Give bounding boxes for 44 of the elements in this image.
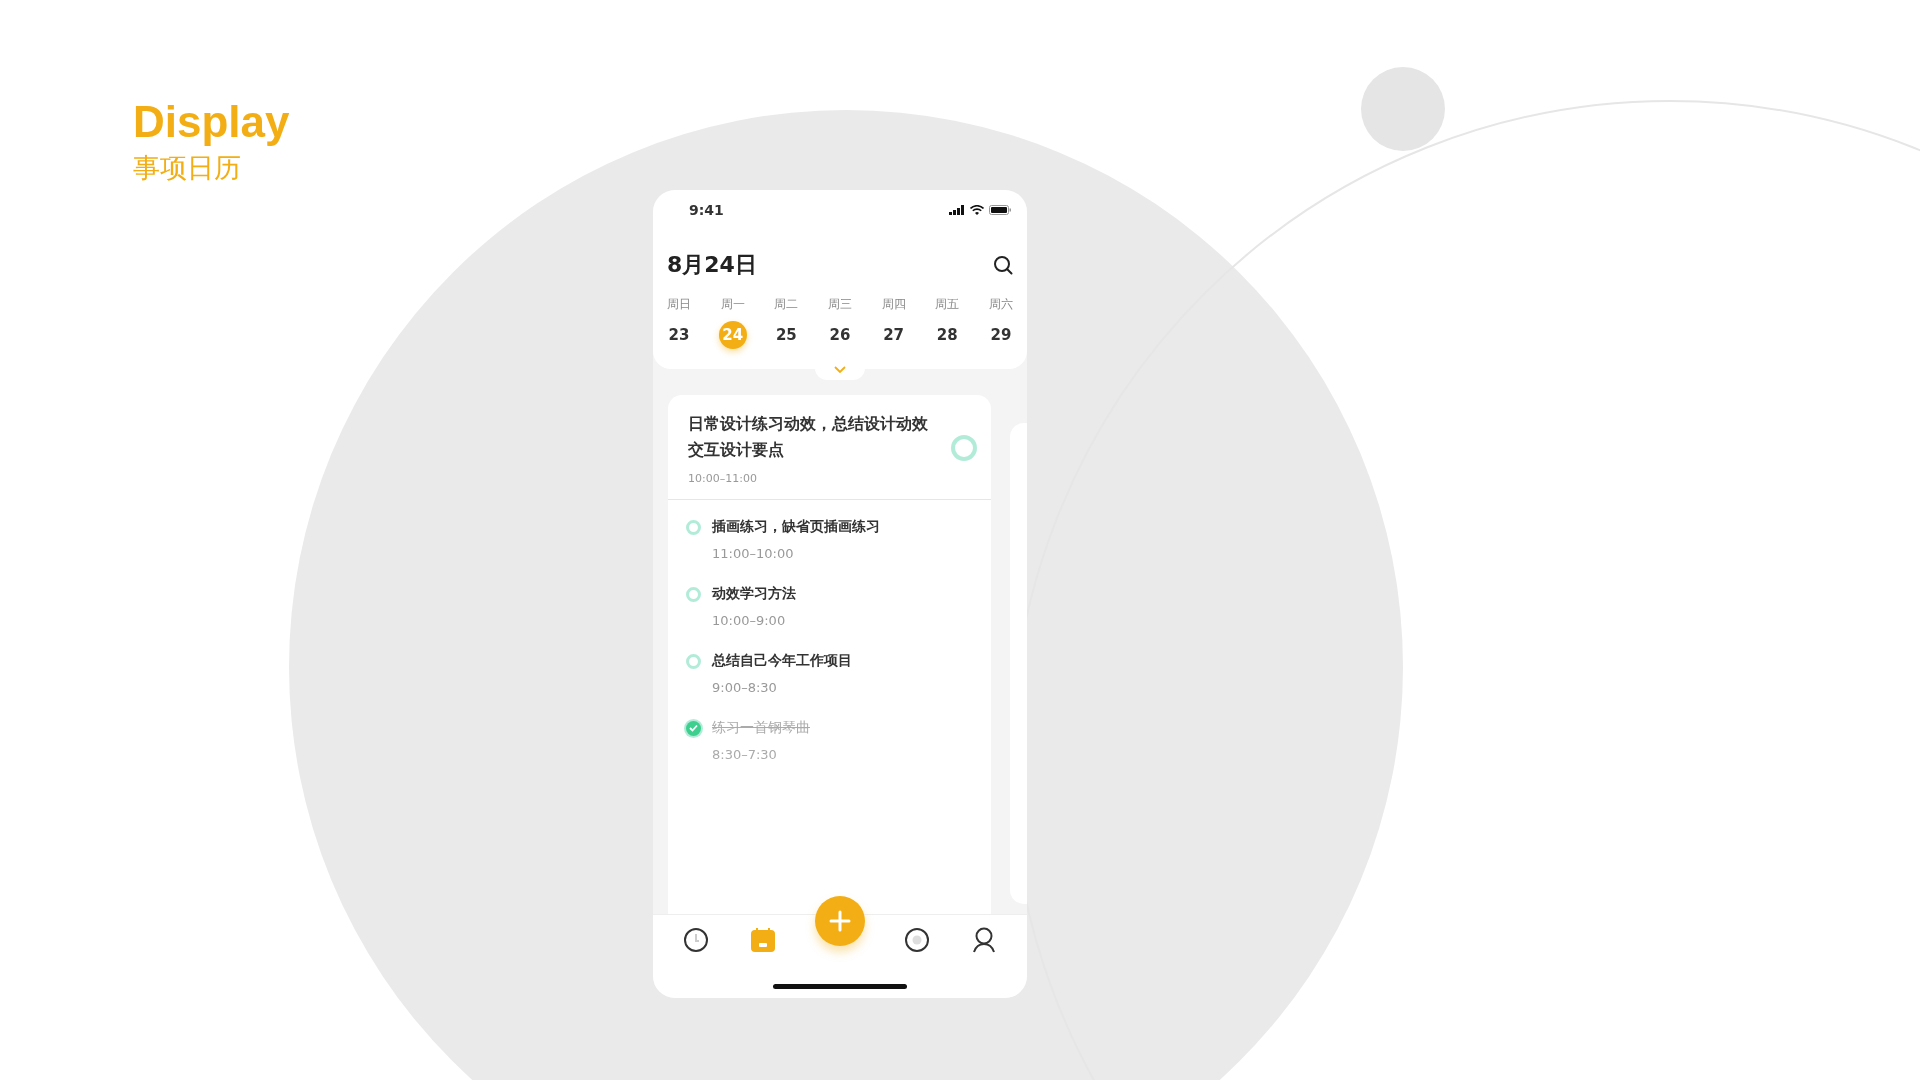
task-title: 插画练习，缺省页插画练习 (712, 518, 881, 537)
date-title: 8月24日 (667, 251, 757, 279)
task-time: 8:30–7:30 (712, 747, 778, 763)
page-title: Display (133, 98, 290, 147)
day-number[interactable]: 23 (665, 321, 693, 349)
task-title: 练习一首钢琴曲 (712, 719, 811, 738)
weekday-label: 周三 (827, 296, 852, 313)
check-icon (689, 724, 698, 733)
weekday-label: 周二 (774, 296, 799, 313)
task-checkbox[interactable] (686, 653, 701, 669)
task-time: 11:00–10:00 (712, 546, 795, 562)
task-time: 9:00–8:30 (712, 680, 778, 696)
status-time: 9:41 (689, 202, 724, 218)
page-subtitle: 事项日历 (133, 151, 242, 186)
day-number[interactable]: 26 (825, 321, 854, 349)
featured-task-title: 日常设计练习动效，总结设计动效交互设计要点 (688, 413, 929, 461)
wifi-icon (970, 205, 984, 215)
featured-task-time: 10:00–11:00 (688, 472, 758, 486)
task-checkbox[interactable] (951, 435, 977, 462)
weekday-label: 周一 (720, 296, 745, 313)
weekday-label: 周日 (667, 296, 691, 313)
expand-tab[interactable] (815, 366, 865, 380)
battery-icon (989, 205, 1011, 215)
plus-icon (827, 909, 852, 933)
task-checkbox[interactable] (686, 519, 701, 535)
signal-icon (949, 205, 965, 215)
task-checkbox[interactable] (686, 720, 701, 736)
weekday-label: 周五 (935, 296, 960, 313)
chevron-down-icon (834, 366, 846, 374)
day-number[interactable]: 29 (986, 321, 1015, 349)
record-icon[interactable] (903, 926, 932, 954)
task-title: 总结自己今年工作项目 (712, 652, 853, 671)
day-number[interactable]: 27 (879, 321, 908, 349)
task-time: 10:00–9:00 (712, 613, 787, 629)
search-icon[interactable] (993, 255, 1013, 275)
add-button[interactable] (814, 896, 865, 946)
clock-icon[interactable] (682, 926, 711, 954)
weekday-label: 周六 (988, 296, 1013, 313)
weekday-label: 周四 (881, 296, 906, 313)
task-checkbox[interactable] (686, 586, 701, 602)
calendar-icon[interactable] (748, 926, 777, 954)
task-title: 动效学习方法 (712, 585, 797, 604)
day-number[interactable]: 25 (772, 321, 801, 349)
day-number[interactable]: 28 (933, 321, 962, 349)
